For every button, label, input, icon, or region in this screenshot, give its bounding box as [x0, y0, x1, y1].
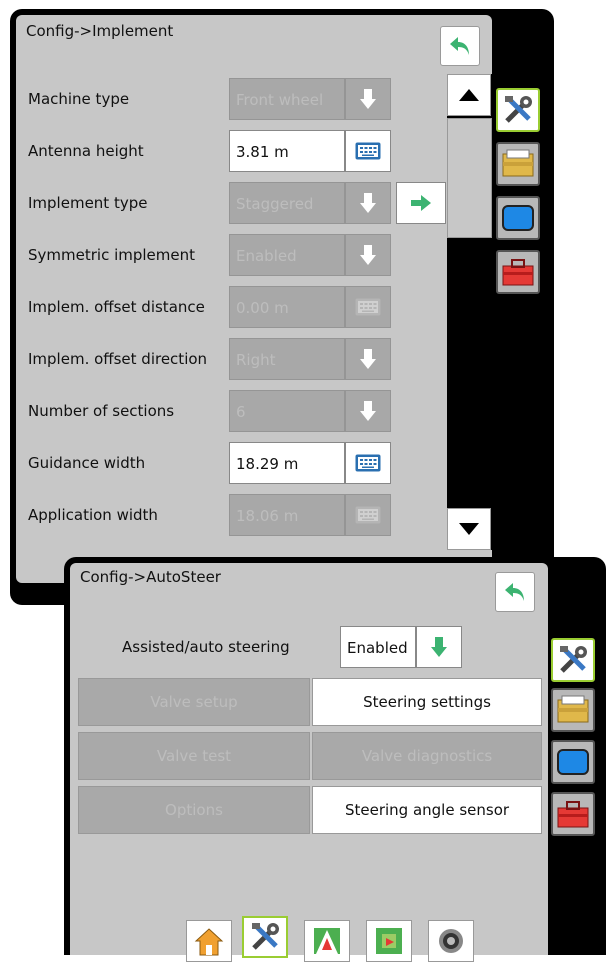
dropdown-button [345, 390, 391, 432]
console-icon [557, 695, 589, 723]
assisted-steering-value[interactable]: Enabled [340, 626, 416, 668]
row-value-field[interactable]: 3.81 m [229, 130, 345, 172]
autosteer-option-button[interactable]: Steering angle sensor [312, 786, 542, 834]
triangle-down-icon [459, 523, 479, 535]
tab-toolbox[interactable] [496, 250, 540, 294]
autosteer-option-button: Valve diagnostics [312, 732, 542, 780]
scroll-down-button[interactable] [447, 508, 491, 550]
row-value-field: 6 [229, 390, 345, 432]
row-value-field[interactable]: 18.29 m [229, 442, 345, 484]
back-arrow-icon [505, 583, 524, 601]
row-label: Machine type [28, 90, 130, 108]
nav-guidance[interactable] [304, 920, 350, 962]
scroll-up-button[interactable] [447, 74, 491, 116]
scroll-thumb[interactable] [447, 118, 492, 238]
autosteer-title: Config->AutoSteer [80, 568, 221, 586]
as-tab-console[interactable] [551, 688, 595, 732]
row-label: Guidance width [28, 454, 146, 472]
autosteer-option-button: Valve setup [78, 678, 310, 726]
dropdown-button [345, 338, 391, 380]
row-value-field: Enabled [229, 234, 345, 276]
tab-display[interactable] [496, 196, 540, 240]
assisted-steering-dropdown[interactable] [416, 626, 462, 668]
dropdown-button [345, 182, 391, 224]
as-tab-tools[interactable] [551, 638, 595, 682]
keyboard-icon [355, 142, 381, 160]
arrow-right-icon [411, 195, 431, 211]
implement-type-next-button[interactable] [396, 182, 446, 224]
keyboard-button[interactable] [345, 442, 391, 484]
toolbox-icon [557, 801, 589, 828]
dropdown-button [345, 78, 391, 120]
row-value-field: 0.00 m [229, 286, 345, 328]
keyboard-icon [355, 506, 381, 524]
map-icon [376, 928, 402, 954]
row-value-field: Right [229, 338, 345, 380]
guidance-icon [314, 928, 340, 954]
toolbox-icon [502, 259, 534, 286]
row-value-field: Front wheel [229, 78, 345, 120]
arrow-down-icon [360, 349, 376, 369]
autosteer-option-button: Options [78, 786, 310, 834]
nav-camera[interactable] [428, 920, 474, 962]
as-tab-display[interactable] [551, 740, 595, 784]
display-icon [502, 205, 534, 231]
keyboard-icon [355, 454, 381, 472]
back-button[interactable] [440, 26, 480, 66]
tools-icon [505, 96, 532, 123]
dropdown-button [345, 234, 391, 276]
row-value-field: Staggered [229, 182, 345, 224]
autosteer-back-button[interactable] [495, 572, 535, 612]
row-label: Symmetric implement [28, 246, 196, 264]
row-label: Application width [28, 506, 158, 524]
implement-title: Config->Implement [26, 22, 174, 40]
row-label: Number of sections [28, 402, 175, 420]
row-label: Implement type [28, 194, 148, 212]
camera-icon [439, 929, 463, 953]
display-icon [557, 749, 589, 775]
row-label: Antenna height [28, 142, 144, 160]
autosteer-option-button: Valve test [78, 732, 310, 780]
arrow-down-icon [360, 193, 376, 213]
console-icon [502, 149, 534, 177]
row-label: Implem. offset direction [28, 350, 208, 368]
nav-home[interactable] [186, 920, 232, 962]
arrow-down-icon [360, 89, 376, 109]
assisted-steering-label: Assisted/auto steering [122, 638, 290, 656]
triangle-up-icon [459, 89, 479, 101]
nav-map[interactable] [366, 920, 412, 962]
home-icon [194, 928, 224, 956]
row-label: Implem. offset distance [28, 298, 205, 316]
autosteer-option-button[interactable]: Steering settings [312, 678, 542, 726]
tools-icon [252, 923, 279, 950]
keyboard-icon [355, 298, 381, 316]
tab-console[interactable] [496, 142, 540, 186]
tab-tools[interactable] [496, 88, 540, 132]
nav-tools[interactable] [242, 916, 288, 958]
keyboard-button [345, 286, 391, 328]
arrow-down-icon [431, 637, 447, 657]
as-tab-toolbox[interactable] [551, 792, 595, 836]
row-value-field: 18.06 m [229, 494, 345, 536]
arrow-down-icon [360, 401, 376, 421]
keyboard-button[interactable] [345, 130, 391, 172]
back-arrow-icon [450, 37, 469, 55]
tools-icon [560, 646, 587, 673]
arrow-down-icon [360, 245, 376, 265]
keyboard-button [345, 494, 391, 536]
